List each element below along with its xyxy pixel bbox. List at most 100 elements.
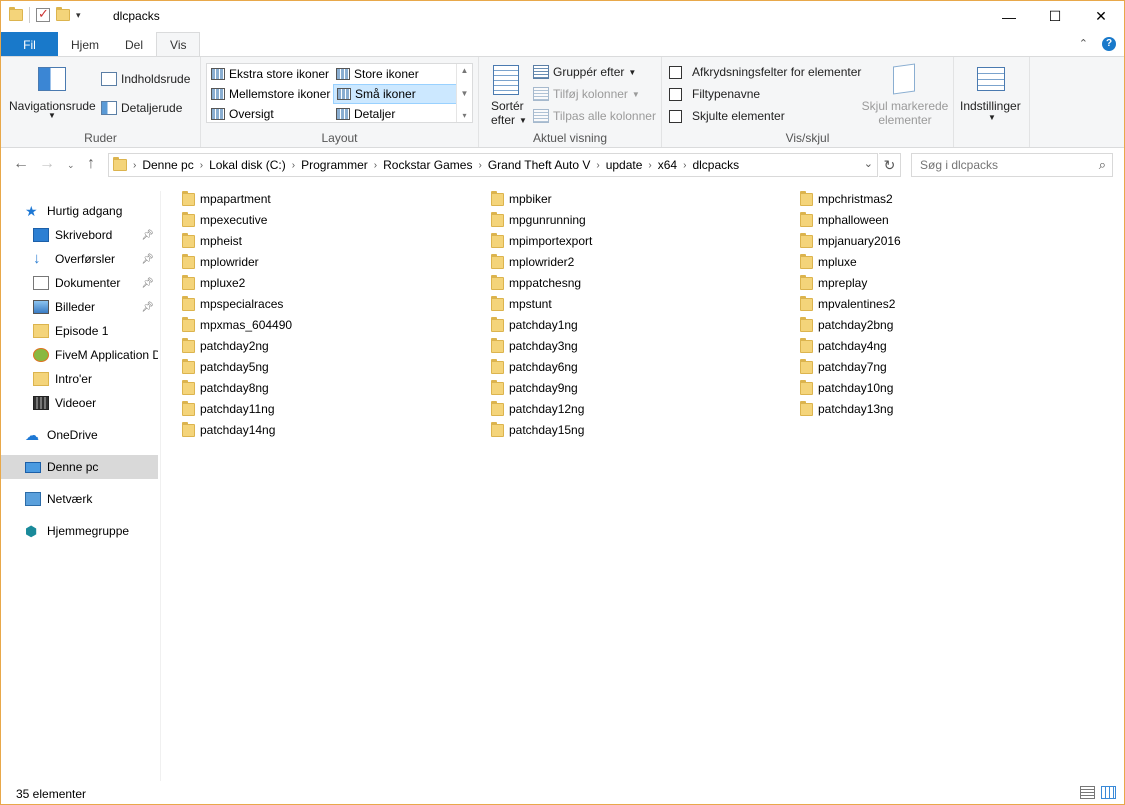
- up-arrow-icon[interactable]: ↑: [87, 155, 95, 173]
- forward-arrow-icon[interactable]: →: [39, 155, 55, 173]
- sidebar-item-onedrive[interactable]: ☁ OneDrive: [1, 423, 158, 447]
- folder-item[interactable]: patchday5ng: [182, 357, 269, 377]
- folder-item[interactable]: patchday14ng: [182, 420, 275, 440]
- folder-item[interactable]: mpbiker: [491, 189, 552, 209]
- sort-by-button-line2[interactable]: efter ▼: [491, 113, 527, 127]
- folder-item[interactable]: mpluxe: [800, 252, 857, 272]
- sidebar-item-pictures[interactable]: Billeder 📌︎: [1, 295, 158, 319]
- sidebar-item-downloads[interactable]: ↓ Overførsler 📌︎: [1, 247, 158, 271]
- folder-item[interactable]: mpimportexport: [491, 231, 592, 251]
- file-extensions-toggle[interactable]: Filtypenavne: [669, 87, 760, 101]
- large-icons-view-icon[interactable]: [1101, 786, 1116, 799]
- folder-item[interactable]: mpreplay: [800, 273, 867, 293]
- close-button[interactable]: ✕: [1078, 1, 1124, 32]
- address-bar[interactable]: › Denne pc › Lokal disk (C:) › Programme…: [108, 153, 878, 177]
- refresh-button[interactable]: ↻: [879, 153, 901, 177]
- breadcrumb[interactable]: Rockstar Games: [377, 158, 478, 172]
- pin-icon[interactable]: 📌︎: [141, 230, 154, 241]
- sidebar-item-desktop[interactable]: Skrivebord 📌︎: [1, 223, 158, 247]
- checkbox[interactable]: [669, 109, 682, 123]
- scroll-down-icon[interactable]: ▼: [461, 89, 469, 98]
- folder-item[interactable]: mppatchesng: [491, 273, 581, 293]
- maximize-button[interactable]: ☐: [1032, 1, 1078, 32]
- folder-item[interactable]: mpgunrunning: [491, 210, 586, 230]
- details-pane-button[interactable]: Detaljerude: [101, 101, 182, 115]
- scroll-up-icon[interactable]: ▲: [461, 66, 469, 75]
- folder-item[interactable]: mpspecialraces: [182, 294, 283, 314]
- details-view-icon[interactable]: [1080, 786, 1095, 799]
- layout-extra-large-icons[interactable]: Ekstra store ikoner: [208, 64, 331, 84]
- address-history-dropdown-icon[interactable]: ⌄: [864, 157, 873, 170]
- sidebar-item-episode-1[interactable]: Episode 1: [1, 319, 158, 343]
- layout-details[interactable]: Detaljer: [333, 104, 457, 124]
- folder-item[interactable]: patchday2bng: [800, 315, 893, 335]
- sidebar-item-intros[interactable]: Intro'er: [1, 367, 158, 391]
- folder-item[interactable]: mpjanuary2016: [800, 231, 901, 251]
- breadcrumb[interactable]: x64: [652, 158, 683, 172]
- folder-item[interactable]: mpchristmas2: [800, 189, 893, 209]
- folder-item[interactable]: patchday4ng: [800, 336, 887, 356]
- fit-columns-button[interactable]: Tilpas alle kolonner: [533, 109, 656, 123]
- sort-by-button[interactable]: Sortér: [491, 99, 524, 113]
- folder-item[interactable]: mpexecutive: [182, 210, 267, 230]
- collapse-ribbon-icon[interactable]: ⌃: [1079, 37, 1088, 51]
- properties-icon[interactable]: [36, 6, 50, 22]
- folder-item[interactable]: mpluxe2: [182, 273, 245, 293]
- options-button[interactable]: Indstillinger: [960, 99, 1021, 113]
- search-icon[interactable]: ⌕: [1099, 157, 1106, 173]
- hidden-items-toggle[interactable]: Skjulte elementer: [669, 109, 785, 123]
- sidebar-item-this-pc[interactable]: Denne pc: [1, 455, 158, 479]
- folder-item[interactable]: mpheist: [182, 231, 242, 251]
- recent-locations-icon[interactable]: ⌄: [67, 160, 75, 171]
- breadcrumb[interactable]: dlcpacks: [686, 158, 745, 172]
- folder-item[interactable]: patchday9ng: [491, 378, 578, 398]
- folder-item[interactable]: mpxmas_604490: [182, 315, 292, 335]
- sidebar-item-quick-access[interactable]: ★ Hurtig adgang: [1, 199, 158, 223]
- new-folder-icon[interactable]: [56, 7, 70, 21]
- folder-item[interactable]: patchday12ng: [491, 399, 584, 419]
- hide-selected-button[interactable]: Skjul markerede: [862, 99, 949, 113]
- checkbox[interactable]: [669, 65, 682, 79]
- folder-item[interactable]: patchday11ng: [182, 399, 275, 419]
- tab-file[interactable]: Fil: [1, 32, 58, 57]
- sidebar-item-homegroup[interactable]: ⬢ Hjemmegruppe: [1, 519, 158, 543]
- customize-toolbar-dropdown-icon[interactable]: ▾: [76, 10, 81, 21]
- folder-item[interactable]: mpstunt: [491, 294, 552, 314]
- minimize-button[interactable]: —: [986, 1, 1032, 32]
- hide-selected-button-line2[interactable]: elementer: [863, 113, 947, 127]
- layout-gallery-scroller[interactable]: ▲ ▼ ▾: [456, 64, 472, 122]
- sidebar-item-documents[interactable]: Dokumenter 📌︎: [1, 271, 158, 295]
- checkbox[interactable]: [669, 87, 682, 101]
- tab-share[interactable]: Del: [112, 32, 156, 57]
- folder-item[interactable]: patchday2ng: [182, 336, 269, 356]
- breadcrumb[interactable]: Lokal disk (C:): [203, 158, 292, 172]
- pin-icon[interactable]: 📌︎: [141, 278, 154, 289]
- layout-medium-icons[interactable]: Mellemstore ikoner: [208, 84, 331, 104]
- layout-large-icons[interactable]: Store ikoner: [333, 64, 457, 84]
- folder-item[interactable]: mpapartment: [182, 189, 271, 209]
- sidebar-item-videos[interactable]: Videoer: [1, 391, 158, 415]
- pin-icon[interactable]: 📌︎: [141, 254, 154, 265]
- help-icon[interactable]: ?: [1102, 37, 1116, 51]
- folder-item[interactable]: mplowrider: [182, 252, 259, 272]
- preview-pane-button[interactable]: Indholdsrude: [101, 72, 190, 86]
- folder-item[interactable]: patchday6ng: [491, 357, 578, 377]
- breadcrumb[interactable]: Grand Theft Auto V: [482, 158, 597, 172]
- folder-item[interactable]: patchday3ng: [491, 336, 578, 356]
- sidebar-item-network[interactable]: Netværk: [1, 487, 158, 511]
- back-arrow-icon[interactable]: ←: [13, 155, 29, 173]
- folder-item[interactable]: patchday10ng: [800, 378, 893, 398]
- folder-item[interactable]: mplowrider2: [491, 252, 574, 272]
- breadcrumb[interactable]: update: [600, 158, 649, 172]
- breadcrumb[interactable]: Programmer: [295, 158, 374, 172]
- group-by-button[interactable]: Gruppér efter ▼: [533, 65, 636, 79]
- folder-item[interactable]: mpvalentines2: [800, 294, 895, 314]
- breadcrumb[interactable]: Denne pc: [136, 158, 199, 172]
- sidebar-item-fivem[interactable]: FiveM Application D: [1, 343, 158, 367]
- folder-item[interactable]: patchday1ng: [491, 315, 578, 335]
- folder-item[interactable]: mphalloween: [800, 210, 889, 230]
- layout-small-icons[interactable]: Små ikoner: [333, 84, 457, 104]
- expand-gallery-icon[interactable]: ▾: [462, 111, 466, 120]
- layout-list[interactable]: Oversigt: [208, 104, 331, 124]
- tab-view[interactable]: Vis: [156, 32, 201, 57]
